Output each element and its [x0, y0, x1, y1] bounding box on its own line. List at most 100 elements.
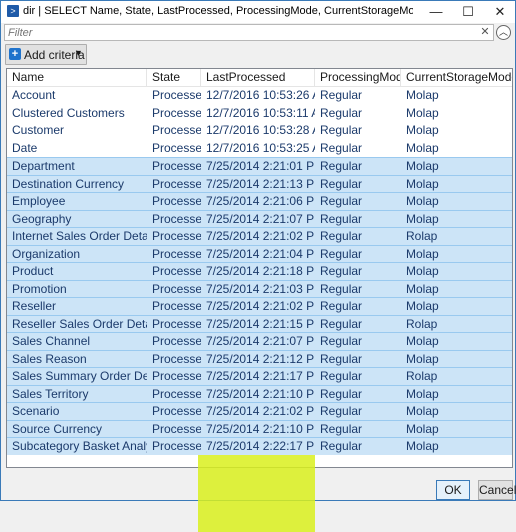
cell-state: Processed [152, 351, 201, 366]
cell-state: Processed [152, 386, 201, 401]
cell-last: 7/25/2014 2:21:04 PM [206, 246, 315, 261]
cell-storage: Molap [406, 281, 439, 296]
table-row[interactable]: Organization Processed 7/25/2014 2:21:04 P… [7, 244, 512, 262]
cell-name: Source Currency [12, 421, 103, 436]
cell-state: Processed [152, 123, 201, 137]
out-gridview-window: > dir | SELECT Name, State, LastProcesse… [0, 0, 516, 532]
cell-storage: Molap [406, 421, 439, 436]
cell-last: 12/7/2016 10:53:26 AM [206, 88, 315, 102]
plus-icon: + [9, 48, 21, 60]
cell-mode: Regular [320, 281, 363, 296]
filter-box: ✕ [4, 24, 494, 41]
cell-mode: Regular [320, 264, 363, 278]
cell-storage: Molap [406, 439, 439, 453]
cell-last: 12/7/2016 10:53:11 AM [206, 105, 315, 120]
close-button[interactable]: ✕ [485, 1, 515, 23]
filter-input[interactable] [8, 25, 478, 40]
dropdown-caret-icon: ▼ [74, 48, 83, 58]
table-row[interactable]: Geography Processed 7/25/2014 2:21:07 PM Re… [7, 209, 512, 227]
cell-name: Clustered Customers [12, 105, 125, 120]
column-header-lastprocessed[interactable]: LastProcessed [201, 69, 315, 86]
cell-state: Processed [152, 334, 201, 348]
cell-last: 7/25/2014 2:22:17 PM [206, 439, 315, 453]
cell-state: Processed [152, 299, 201, 313]
title-bar[interactable]: > dir | SELECT Name, State, LastProcesse… [1, 1, 515, 23]
table-row[interactable]: Product Processed 7/25/2014 2:21:18 PM Regu… [7, 262, 512, 280]
table-row[interactable]: Sales Territory Processed 7/25/2014 2:21:1… [7, 384, 512, 402]
table-row[interactable]: Department Processed 7/25/2014 2:21:01 PM R… [7, 157, 512, 175]
cell-last: 12/7/2016 10:53:25 AM [206, 140, 315, 155]
table-row[interactable]: Sales Reason Processed 7/25/2014 2:21:12 P… [7, 349, 512, 367]
cell-last: 7/25/2014 2:21:15 PM [206, 316, 315, 331]
cell-mode: Regular [320, 88, 363, 102]
cell-mode: Regular [320, 105, 363, 120]
maximize-button[interactable]: ☐ [453, 1, 483, 23]
cell-name: Sales Channel [12, 334, 91, 348]
grid-rows: Account Processed 12/7/2016 10:53:26 AM Reg… [7, 87, 512, 455]
cell-last: 7/25/2014 2:21:12 PM [206, 351, 315, 366]
ok-button[interactable]: OK [436, 480, 470, 500]
table-row[interactable]: Reseller Processed 7/25/2014 2:21:02 PM Reg… [7, 297, 512, 315]
clear-filter-icon[interactable]: ✕ [478, 25, 492, 40]
cell-name: Sales Summary Order Details [12, 369, 147, 383]
cell-name: Date [12, 140, 38, 155]
cell-mode: Regular [320, 351, 363, 366]
cell-storage: Molap [406, 299, 439, 313]
table-row[interactable]: Internet Sales Order Details Processed 7/2… [7, 227, 512, 245]
table-row[interactable]: Scenario Processed 7/25/2014 2:21:02 PM Reg… [7, 402, 512, 420]
column-header-state[interactable]: State [147, 69, 201, 86]
cell-state: Processed [152, 140, 201, 155]
cell-mode: Regular [320, 369, 363, 383]
cell-storage: Molap [406, 334, 439, 348]
cell-mode: Regular [320, 421, 363, 436]
cell-storage: Molap [406, 194, 439, 208]
collapse-query-icon[interactable]: ︿ [496, 25, 511, 40]
cell-mode: Regular [320, 386, 363, 401]
cell-mode: Regular [320, 123, 363, 137]
cell-name: Geography [12, 211, 72, 226]
cell-storage: Molap [406, 176, 439, 191]
cell-state: Processed [152, 159, 201, 173]
table-row[interactable]: Customer Processed 12/7/2016 10:53:28 AM Re… [7, 122, 512, 140]
table-row[interactable]: Account Processed 12/7/2016 10:53:26 AM Reg… [7, 87, 512, 105]
cell-last: 7/25/2014 2:21:13 PM [206, 176, 315, 191]
cell-name: Reseller Sales Order Details [12, 316, 147, 331]
add-criteria-button[interactable]: + Add criteria ▼ [5, 44, 87, 65]
table-row[interactable]: Destination Currency Processed 7/25/2014 2… [7, 174, 512, 192]
cancel-button[interactable]: Cancel [478, 480, 516, 500]
table-row[interactable]: Promotion Processed 7/25/2014 2:21:03 PM Re… [7, 279, 512, 297]
table-row[interactable]: Subcategory Basket Analysis Processed 7/25… [7, 437, 512, 455]
cell-last: 7/25/2014 2:21:18 PM [206, 264, 315, 278]
table-row[interactable]: Sales Channel Processed 7/25/2014 2:21:07 … [7, 332, 512, 350]
cell-mode: Regular [320, 439, 363, 453]
cell-name: Department [12, 159, 75, 173]
table-row[interactable]: Clustered Customers Processed 12/7/2016 10… [7, 105, 512, 123]
cell-mode: Regular [320, 176, 363, 191]
column-header-name[interactable]: Name [7, 69, 147, 86]
column-header-currentstoragemode[interactable]: CurrentStorageMode [401, 69, 512, 86]
cell-mode: Regular [320, 404, 363, 418]
table-row[interactable]: Source Currency Processed 7/25/2014 2:21:1… [7, 419, 512, 437]
column-header-processingmode[interactable]: ProcessingMode [315, 69, 401, 86]
cell-state: Processed [152, 211, 201, 226]
cell-mode: Regular [320, 246, 363, 261]
powershell-icon: > [7, 5, 19, 17]
table-row[interactable]: Sales Summary Order Details Processed 7/25… [7, 367, 512, 385]
cell-storage: Molap [406, 140, 439, 155]
cell-storage: Molap [406, 88, 439, 102]
cell-name: Customer [12, 123, 65, 137]
cell-state: Processed [152, 281, 201, 296]
cell-state: Processed [152, 404, 201, 418]
table-row[interactable]: Employee Processed 7/25/2014 2:21:06 PM Reg… [7, 192, 512, 210]
table-row[interactable]: Reseller Sales Order Details Processed 7/2… [7, 314, 512, 332]
cell-storage: Molap [406, 264, 439, 278]
results-grid: Name State LastProcessed ProcessingMode … [6, 68, 513, 532]
cell-last: 7/25/2014 2:21:02 PM [206, 404, 315, 418]
table-row[interactable]: Date Processed 12/7/2016 10:53:25 AM Regula… [7, 140, 512, 158]
cell-last: 7/25/2014 2:21:10 PM [206, 386, 315, 401]
cell-mode: Regular [320, 159, 363, 173]
cell-storage: Molap [406, 386, 439, 401]
cell-state: Processed [152, 105, 201, 120]
minimize-button[interactable]: — [421, 1, 451, 23]
cell-mode: Regular [320, 140, 363, 155]
